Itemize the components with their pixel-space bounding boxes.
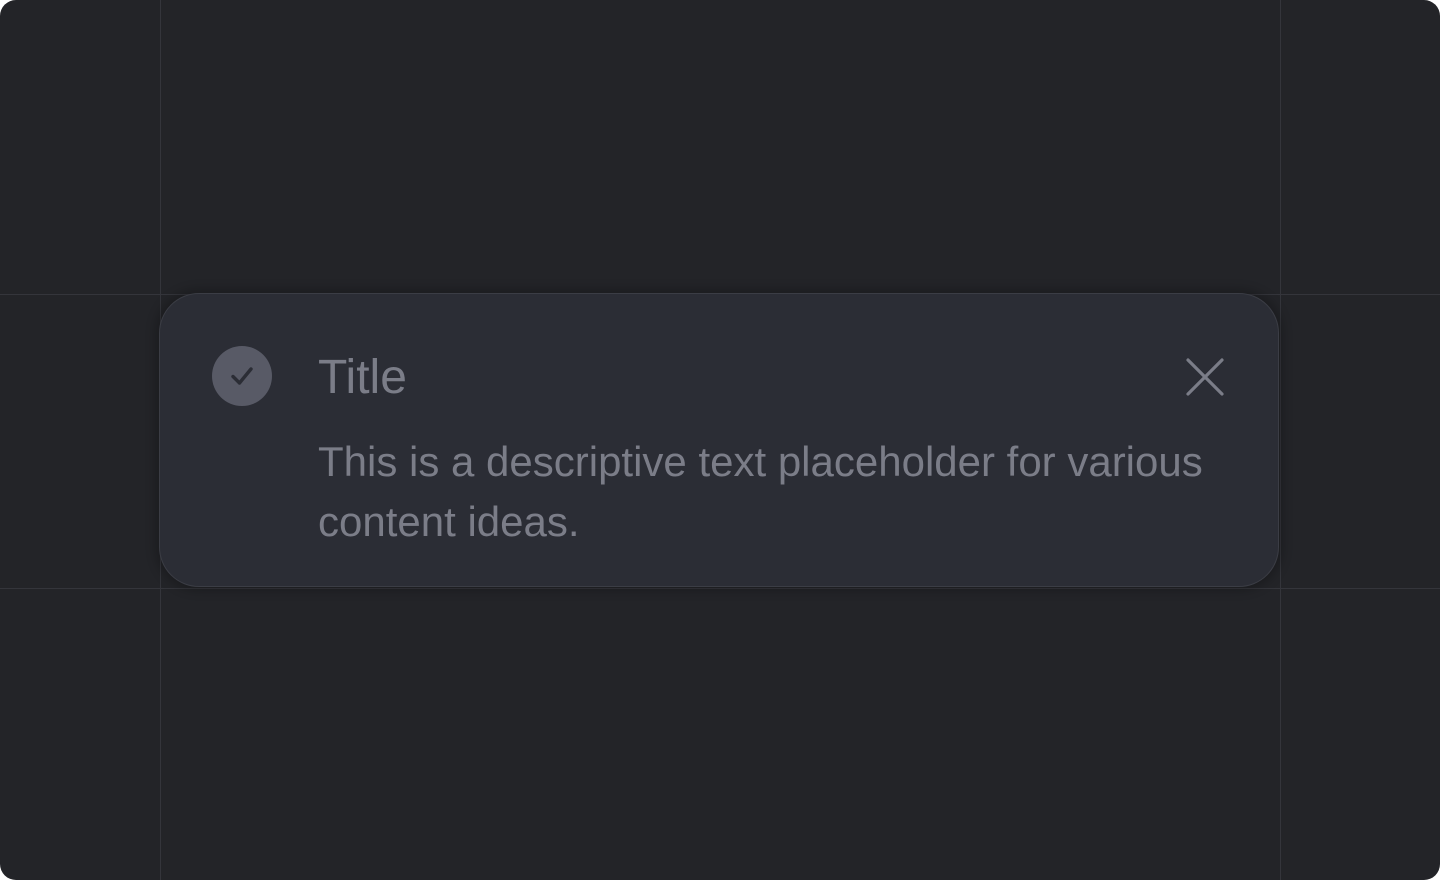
toast-notification: Title This is a descriptive text placeho… (159, 293, 1279, 587)
close-button[interactable] (1180, 352, 1230, 402)
guide-line-horizontal-bottom (0, 588, 1440, 589)
toast-title: Title (318, 351, 407, 404)
check-circle-icon (212, 346, 272, 406)
close-icon[interactable] (1186, 358, 1224, 396)
toast-description: This is a descriptive text placeholder f… (318, 438, 1203, 545)
checkmark-icon (231, 367, 253, 385)
canvas: Title This is a descriptive text placeho… (0, 0, 1440, 880)
guide-line-vertical-right (1280, 0, 1281, 880)
